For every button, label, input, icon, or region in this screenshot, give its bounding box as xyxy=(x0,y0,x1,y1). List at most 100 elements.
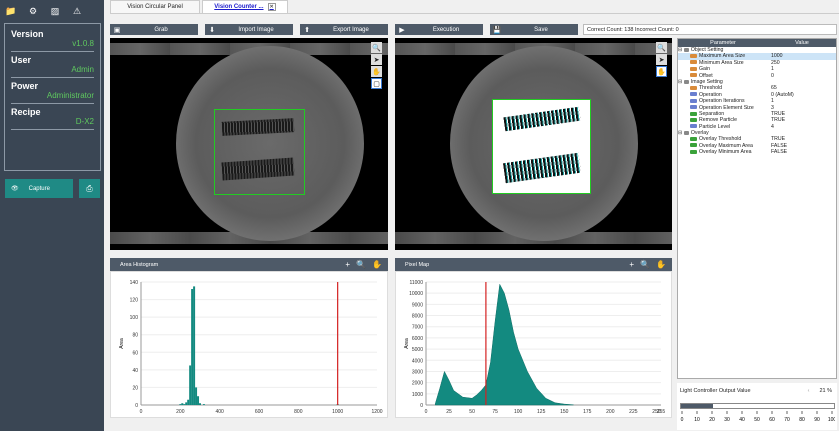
zoom-icon[interactable]: 🔍 xyxy=(640,260,650,269)
folder-icon xyxy=(683,47,689,52)
save-button[interactable]: 💾 Save xyxy=(490,24,578,35)
x-tick-label: 800 xyxy=(294,409,303,415)
scale-label: 10 xyxy=(694,417,700,423)
result-image-viewer[interactable]: 🔍 ➤ ✋ xyxy=(395,38,672,250)
capture-button[interactable]: 👁 Capture xyxy=(5,179,73,198)
export-label: Export Image xyxy=(333,26,369,33)
bug-icon[interactable]: ⚙ xyxy=(22,0,44,22)
property-label: Particle Level xyxy=(699,123,731,130)
capture-label: Capture xyxy=(28,185,50,192)
collapse-icon[interactable]: ⊟ xyxy=(678,130,682,136)
property-row[interactable]: Overlay Minimum Area FALSE xyxy=(678,149,836,155)
folder-icon xyxy=(683,79,689,84)
close-icon[interactable]: ✕ xyxy=(267,3,276,11)
y-tick-label: 20 xyxy=(132,385,138,391)
tab-vision-circular[interactable]: Vision Circular Panel xyxy=(110,0,200,13)
recipe-label: Recipe xyxy=(11,107,41,117)
histogram-svg: 0 20 40 60 80 100 120 140 0 200 400 600 800 1000 1200 A… xyxy=(119,280,383,415)
property-label: Operation Iterations xyxy=(699,98,745,105)
zoom-icon[interactable]: 🔍 xyxy=(356,260,366,269)
histogram-bar xyxy=(202,404,205,405)
hand-icon[interactable]: ✋ xyxy=(656,66,667,77)
scale-label: 50 xyxy=(754,417,760,423)
tab-vision-counter[interactable]: Vision Counter ... ✕ xyxy=(202,0,288,13)
hand-icon[interactable]: ✋ xyxy=(371,66,382,77)
property-label: Operation xyxy=(699,91,722,98)
x-tick-label: 75 xyxy=(492,409,498,415)
pixelmap-chart[interactable]: 0 1000 2000 3000 4000 5000 6000 7000 8000 9000 100… xyxy=(395,271,672,418)
histogram-bar xyxy=(179,404,182,405)
property-label: Minimum Area Size xyxy=(699,59,744,66)
tab-label: Vision Counter ... xyxy=(214,4,264,10)
property-value[interactable]: FALSE xyxy=(768,149,836,155)
version-label: Version xyxy=(11,29,44,39)
property-type-icon xyxy=(690,60,697,65)
zoom-icon[interactable]: 🔍 xyxy=(656,42,667,53)
sidebar-toolbar: 📁 ⚙ ▨ ⚠ xyxy=(0,0,104,22)
property-type-icon xyxy=(690,124,697,129)
property-rows: ⊟ Object Setting Maximum Area Size 1000 Min… xyxy=(678,47,836,156)
property-label: Remove Particle xyxy=(699,117,738,124)
import-image-button[interactable]: ⬇ Import Image xyxy=(205,24,293,35)
histogram-bar xyxy=(187,399,190,405)
x-tick-label: 50 xyxy=(469,409,475,415)
histogram-bar xyxy=(189,365,192,405)
property-label: Overlay Maximum Area xyxy=(699,142,753,149)
pin-icon[interactable]: ▨ xyxy=(44,0,66,22)
print-button[interactable]: ⎙ xyxy=(79,179,100,198)
execution-button[interactable]: ▶ Execution xyxy=(395,24,483,35)
upload-icon: ⬆ xyxy=(304,26,310,34)
property-type-icon xyxy=(690,105,697,110)
group-label: Object Setting xyxy=(690,47,724,53)
property-type-icon xyxy=(690,98,697,103)
grab-button[interactable]: ▣ Grab xyxy=(110,24,198,35)
histogram-bar xyxy=(183,404,186,405)
pointer-icon[interactable]: ➤ xyxy=(371,54,382,65)
x-tick-label: 400 xyxy=(215,409,224,415)
user-value: Admin xyxy=(11,65,94,78)
y-axis-label: Area xyxy=(404,338,410,349)
fit-icon[interactable]: ▢ xyxy=(371,78,382,89)
property-type-icon xyxy=(690,117,697,122)
x-tick-label: 0 xyxy=(140,409,143,415)
roi-rectangle[interactable] xyxy=(214,109,305,195)
scale-label: 60 xyxy=(769,417,775,423)
property-type-icon xyxy=(690,85,697,90)
light-scale: 0 10 20 30 40 50 60 70 80 90 100 xyxy=(681,411,835,423)
pointer-icon[interactable]: ➤ xyxy=(656,54,667,65)
hand-icon[interactable]: ✋ xyxy=(372,260,382,269)
tab-divider xyxy=(110,13,839,14)
collapse-icon[interactable]: ⊟ xyxy=(678,79,682,85)
add-icon[interactable]: + xyxy=(629,260,634,269)
group-label: Overlay xyxy=(690,130,709,137)
colony-row xyxy=(221,118,295,136)
warning-icon[interactable]: ⚠ xyxy=(66,0,88,22)
collapse-icon[interactable]: ⊟ xyxy=(678,47,682,53)
scale-label: 70 xyxy=(784,417,790,423)
property-type-icon xyxy=(690,73,697,78)
histogram-bar xyxy=(199,403,201,405)
x-tick-label: 200 xyxy=(176,409,185,415)
source-image-viewer[interactable]: 🔍 ➤ ✋ ▢ xyxy=(110,38,388,250)
light-slider[interactable] xyxy=(680,403,835,409)
histogram-chart[interactable]: 0 20 40 60 80 100 120 140 0 200 400 600 800 1000 1200 A… xyxy=(110,271,388,418)
property-label: Operation Element Size xyxy=(699,104,754,111)
user-label: User xyxy=(11,55,32,65)
zoom-icon[interactable]: 🔍 xyxy=(371,42,382,53)
recipe-value: D-X2 xyxy=(11,117,94,130)
eye-icon: 👁 xyxy=(11,186,19,192)
roi-result-rectangle[interactable] xyxy=(492,99,591,194)
y-tick-label: 1000 xyxy=(412,392,423,398)
colony-row xyxy=(221,157,295,181)
folder-icon[interactable]: 📁 xyxy=(0,0,22,22)
y-tick-label: 3000 xyxy=(412,369,423,375)
y-tick-label: 60 xyxy=(132,350,138,356)
scale-label: 100 xyxy=(828,417,835,423)
y-tick-label: 140 xyxy=(130,280,139,286)
x-tick-label: 255 xyxy=(657,409,666,415)
add-icon[interactable]: + xyxy=(345,260,350,269)
histogram-bar xyxy=(197,396,200,405)
tab-label: Vision Circular Panel xyxy=(127,4,183,10)
hand-icon[interactable]: ✋ xyxy=(656,260,666,269)
export-image-button[interactable]: ⬆ Export Image xyxy=(300,24,388,35)
